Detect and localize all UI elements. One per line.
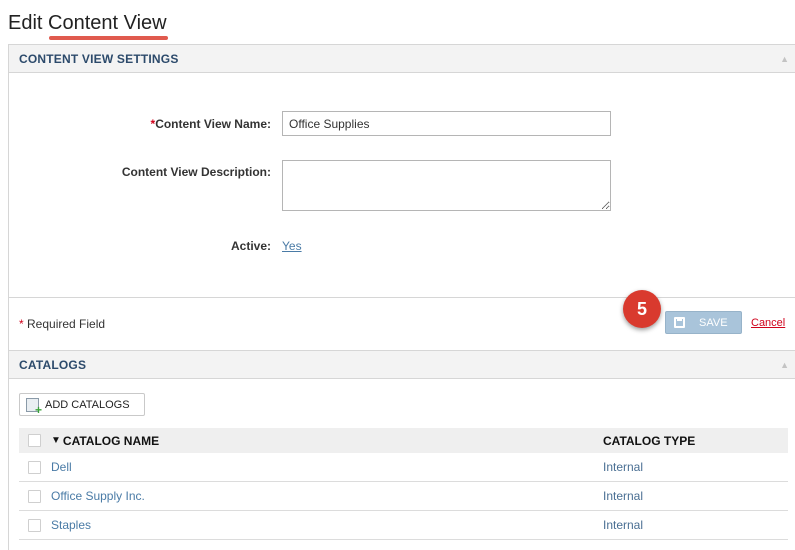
catalog-type-value: Internal — [603, 518, 644, 532]
catalogs-panel: CATALOGS ▲ ADD CATALOGS ▼ CATALOG NAME C… — [8, 350, 795, 550]
table-row: Dell Internal — [19, 453, 788, 482]
select-all-checkbox[interactable] — [28, 434, 41, 447]
content-view-name-input[interactable] — [282, 111, 611, 136]
collapse-triangle-icon[interactable]: ▲ — [780, 360, 789, 370]
page-title-prefix: Edit — [8, 12, 49, 34]
required-field-note: * Required Field — [19, 317, 106, 331]
column-header-catalog-type[interactable]: CATALOG TYPE — [603, 434, 788, 448]
page-title: Edit Content View — [8, 12, 167, 35]
catalogs-panel-header[interactable]: CATALOGS ▲ — [9, 351, 795, 379]
floppy-disk-icon — [674, 317, 685, 328]
column-header-catalog-name[interactable]: ▼ CATALOG NAME — [51, 434, 603, 448]
catalogs-panel-title: CATALOGS — [19, 357, 87, 372]
table-row: Office Supply Inc. Internal — [19, 482, 788, 511]
collapse-triangle-icon[interactable]: ▲ — [780, 54, 789, 64]
catalog-name-link[interactable]: Office Supply Inc. — [51, 489, 603, 503]
page-title-highlight: Content View — [48, 12, 167, 34]
table-row: Staples Internal — [19, 511, 788, 540]
active-toggle-link[interactable]: Yes — [282, 239, 302, 253]
cancel-link[interactable]: Cancel — [751, 317, 785, 329]
row-checkbox[interactable] — [28, 518, 41, 532]
content-view-name-label: *Content View Name: — [150, 117, 271, 131]
add-catalogs-label: ADD CATALOGS — [45, 398, 130, 411]
row-checkbox[interactable] — [28, 489, 41, 503]
catalog-type-value: Internal — [603, 460, 644, 474]
catalog-name-link[interactable]: Dell — [51, 460, 603, 474]
settings-panel-title: CONTENT VIEW SETTINGS — [19, 51, 179, 66]
content-view-description-label: Content View Description: — [121, 165, 271, 179]
settings-panel-header[interactable]: CONTENT VIEW SETTINGS ▲ — [9, 45, 795, 73]
step-number-badge: 5 — [623, 290, 661, 328]
row-checkbox[interactable] — [28, 460, 41, 474]
save-button-label: SAVE — [699, 316, 728, 329]
active-label: Active: — [230, 239, 271, 253]
catalog-name-link[interactable]: Staples — [51, 518, 603, 532]
catalogs-table: ▼ CATALOG NAME CATALOG TYPE Dell Interna… — [19, 428, 788, 540]
catalog-type-value: Internal — [603, 489, 644, 503]
content-view-settings-panel: CONTENT VIEW SETTINGS ▲ *Content View Na… — [8, 44, 795, 351]
add-catalogs-button[interactable]: ADD CATALOGS — [19, 393, 145, 416]
add-document-icon — [26, 397, 42, 416]
sort-descending-icon: ▼ — [51, 435, 61, 446]
save-button[interactable]: SAVE — [665, 311, 742, 334]
form-divider — [9, 297, 795, 298]
table-header-row: ▼ CATALOG NAME CATALOG TYPE — [19, 428, 788, 453]
content-view-description-textarea[interactable] — [282, 160, 611, 211]
